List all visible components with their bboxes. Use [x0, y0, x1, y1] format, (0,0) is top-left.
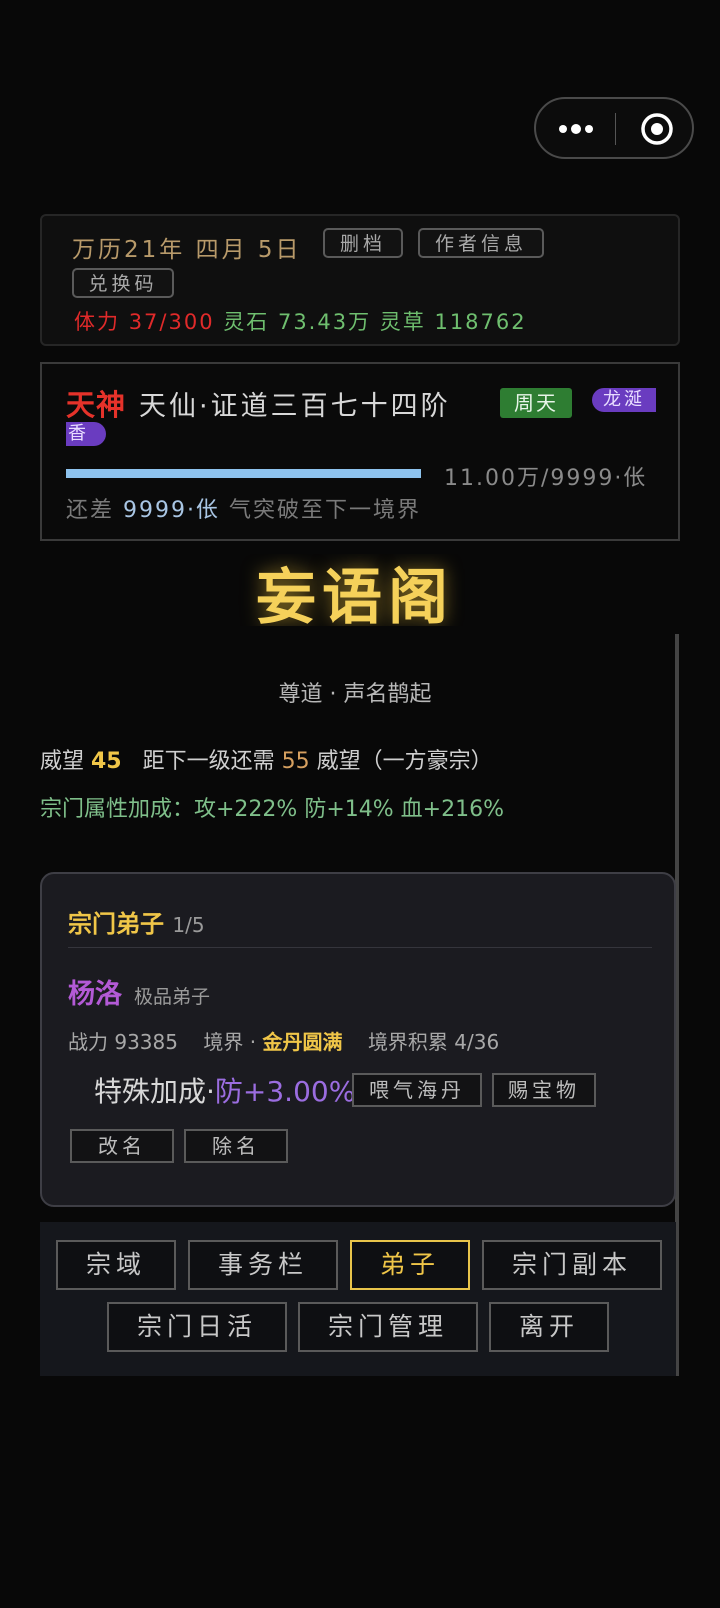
next-level-suffix: 威望（一方豪宗）	[309, 749, 493, 774]
disciples-title: 宗门弟子 1/5	[68, 904, 205, 939]
nav-leave[interactable]: 离开	[489, 1302, 609, 1352]
redeem-code-button[interactable]: 兑换码	[72, 268, 174, 298]
spirit-herb-label: 灵草	[379, 310, 426, 334]
disciple-realm-label: 境界 ·	[203, 1030, 263, 1054]
qi-progress-bar	[66, 469, 421, 478]
disciple-name: 杨洛	[68, 979, 122, 1010]
prestige-label: 威望	[40, 749, 91, 774]
stamina-label: 体力	[74, 310, 120, 334]
nav-dungeon[interactable]: 宗门副本	[482, 1240, 662, 1290]
realm-panel: 天神 天仙·证道三百七十四阶 周天 龙涎 香 11.00万/9999·伥 还差 …	[40, 362, 680, 541]
realm-name: 天仙·证道三百七十四阶	[139, 391, 451, 422]
close-target-icon[interactable]	[640, 112, 674, 146]
stamina-value: 37/300	[128, 310, 215, 334]
resource-bar: 体力 37/300 灵石 73.43万 灵草 118762	[74, 306, 527, 336]
special-label: 特殊加成·	[94, 1075, 215, 1108]
spirit-stone-value: 73.43万	[277, 310, 372, 334]
incense-badge: 龙涎	[592, 388, 656, 412]
menu-capsule	[534, 97, 694, 159]
feed-pill-button[interactable]: 喂气海丹	[352, 1073, 482, 1107]
capsule-divider	[615, 113, 616, 145]
disciple-power: 战力 93385	[68, 1030, 178, 1054]
gap-suffix: 气突破至下一境界	[219, 498, 421, 523]
disciple-special: 特殊加成·防+3.00%	[94, 1070, 355, 1110]
game-date: 万历21年 四月 5日	[72, 237, 302, 263]
next-level-prefix: 距下一级还需	[142, 749, 282, 774]
nav-affairs[interactable]: 事务栏	[188, 1240, 338, 1290]
qi-value: 11.00万/9999·伥	[444, 466, 648, 491]
disciples-title-text: 宗门弟子	[68, 910, 164, 938]
rename-button[interactable]: 改名	[70, 1129, 174, 1163]
dismiss-button[interactable]: 除名	[184, 1129, 288, 1163]
author-info-button[interactable]: 作者信息	[418, 228, 544, 258]
sect-bonus: 宗门属性加成：攻+222% 防+14% 血+216%	[40, 797, 504, 822]
gap-value: 9999·伥	[123, 498, 220, 523]
disciple-accum: 境界积累 4/36	[367, 1030, 500, 1054]
header-panel: 万历21年 四月 5日 删档 作者信息 兑换码 体力 37/300 灵石 73.…	[40, 214, 680, 346]
gap-prefix: 还差	[66, 498, 123, 523]
disciples-count: 1/5	[172, 913, 205, 937]
more-icon[interactable]	[558, 120, 594, 138]
sect-subtitle: 尊道 · 声名鹊起	[278, 682, 432, 707]
nav-disciples[interactable]: 弟子	[350, 1240, 470, 1290]
cycle-badge: 周天	[500, 388, 572, 418]
delete-save-button[interactable]: 删档	[323, 228, 403, 258]
card-divider	[68, 947, 652, 948]
spirit-herb-value: 118762	[434, 310, 527, 334]
disciple-realm-value: 金丹圆满	[262, 1030, 343, 1054]
special-value: 防+3.00%	[214, 1075, 356, 1108]
nav-manage[interactable]: 宗门管理	[298, 1302, 478, 1352]
disciples-card: 宗门弟子 1/5 杨洛 极品弟子 战力 93385 境界 · 金丹圆满 境界积累…	[40, 872, 676, 1207]
nav-domain[interactable]: 宗域	[56, 1240, 176, 1290]
disciple-stats: 战力 93385 境界 · 金丹圆满 境界积累 4/36	[68, 1026, 499, 1055]
gift-treasure-button[interactable]: 赐宝物	[492, 1073, 596, 1107]
disciple-rank: 极品弟子	[134, 986, 211, 1008]
next-level-value: 55	[281, 749, 310, 774]
title-tag: 天神	[66, 388, 127, 422]
nav-daily[interactable]: 宗门日活	[107, 1302, 287, 1352]
spirit-stone-label: 灵石	[223, 310, 270, 334]
qi-progress-fill	[66, 469, 421, 478]
sect-nav: 宗域 事务栏 弟子 宗门副本 宗门日活 宗门管理 离开	[40, 1222, 676, 1376]
sect-name: 妄语阁	[256, 563, 454, 626]
prestige-value: 45	[91, 749, 122, 774]
incense-badge-wrap: 香	[66, 422, 106, 446]
breakthrough-gap: 还差 9999·伥 气突破至下一境界	[66, 492, 421, 524]
prestige-line: 威望 45 距下一级还需 55 威望（一方豪宗）	[40, 743, 493, 775]
